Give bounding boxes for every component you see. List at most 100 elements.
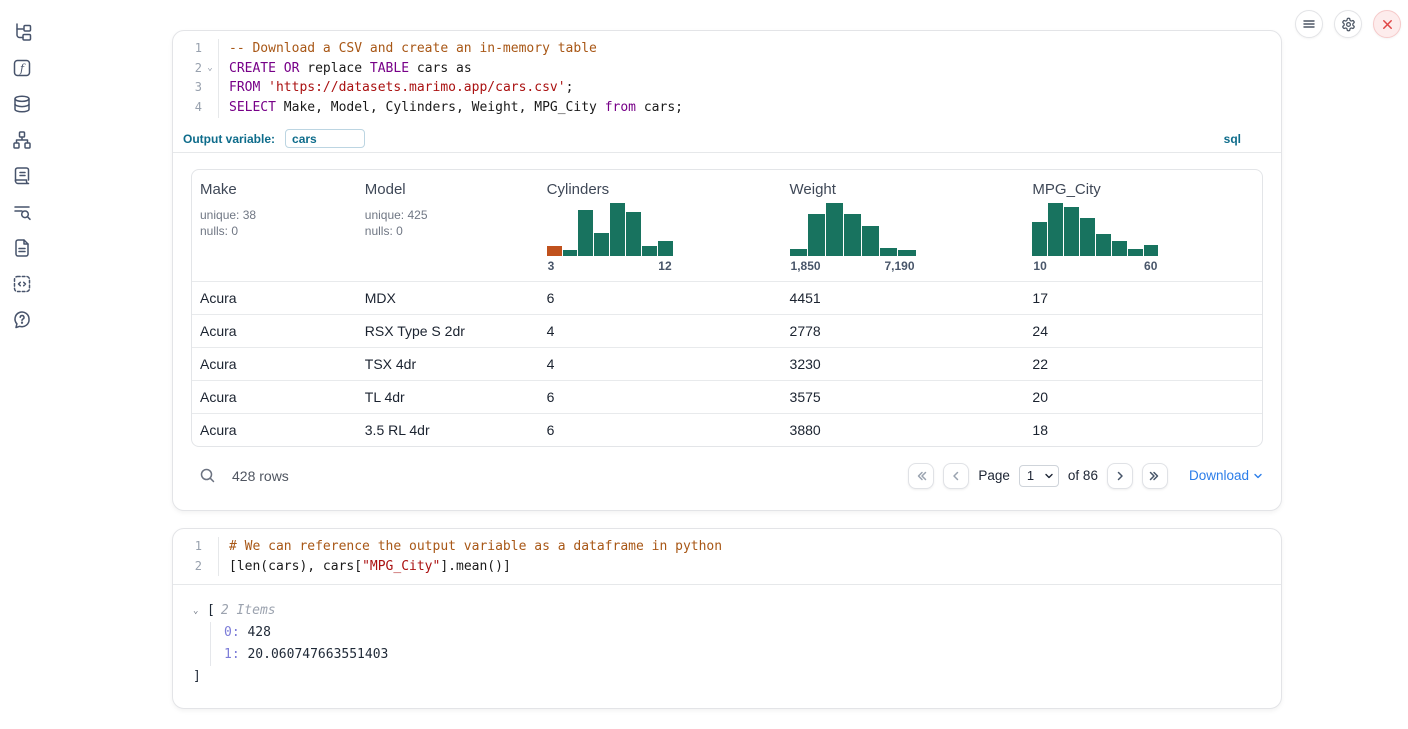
python-cell-output: ⌄[ 2 Items 0: 4281: 20.060747663551403 ]	[173, 585, 1281, 708]
histogram-bar	[862, 226, 879, 256]
line-gutter: 1	[173, 537, 219, 557]
collapse-chevron-icon[interactable]: ⌄	[193, 600, 205, 622]
tree-item-key: 0:	[224, 625, 240, 640]
line-gutter: 4	[173, 98, 219, 118]
snippets-icon[interactable]	[12, 274, 32, 294]
first-page-button[interactable]	[908, 463, 934, 489]
table-row[interactable]: Acura3.5 RL 4dr6388018	[192, 413, 1262, 446]
documentation-icon[interactable]	[12, 238, 32, 258]
output-variable-input[interactable]	[285, 129, 365, 148]
language-badge: sql	[1224, 132, 1241, 146]
code-line[interactable]: 4SELECT Make, Model, Cylinders, Weight, …	[173, 98, 1281, 118]
histogram-axis-labels: 312	[547, 259, 673, 273]
line-number: 2	[176, 557, 202, 577]
table-cell: MDX	[357, 281, 539, 314]
menu-icon	[1302, 17, 1316, 31]
download-label: Download	[1189, 468, 1249, 483]
fold-spacer	[202, 557, 218, 577]
scratchpad-icon[interactable]	[12, 166, 32, 186]
histogram-axis-labels: 1060	[1032, 259, 1158, 273]
histogram-bars	[790, 202, 916, 256]
function-icon[interactable]: f	[12, 58, 32, 78]
histogram-bar	[826, 203, 843, 255]
fold-chevron-icon[interactable]: ⌄	[202, 59, 218, 79]
table-cell: 3575	[782, 380, 1025, 413]
histogram-bars	[547, 202, 673, 256]
column-histogram[interactable]: 1060	[1032, 202, 1158, 273]
column-name: Model	[365, 181, 531, 198]
axis-min-label: 3	[548, 259, 555, 273]
database-icon[interactable]	[12, 94, 32, 114]
download-button[interactable]: Download	[1189, 468, 1263, 483]
column-header-weight[interactable]: Weight1,8507,190	[782, 170, 1025, 281]
code-text: [len(cars), cars["MPG_City"].mean()]	[219, 557, 511, 577]
table-cell: 4451	[782, 281, 1025, 314]
histogram-bar	[1096, 234, 1111, 256]
table-row[interactable]: AcuraMDX6445117	[192, 281, 1262, 314]
sql-code-editor[interactable]: 1-- Download a CSV and create an in-memo…	[173, 31, 1281, 126]
histogram-bar	[808, 214, 825, 256]
table-cell: Acura	[192, 413, 357, 446]
code-line[interactable]: 2⌄CREATE OR replace TABLE cars as	[173, 59, 1281, 79]
code-line[interactable]: 1# We can reference the output variable …	[173, 537, 1281, 557]
histogram-bar	[658, 241, 673, 256]
table-cell: 6	[539, 281, 782, 314]
table-row[interactable]: AcuraTSX 4dr4323022	[192, 347, 1262, 380]
table-cell: 6	[539, 380, 782, 413]
table-cell: TL 4dr	[357, 380, 539, 413]
axis-min-label: 1,850	[791, 259, 821, 273]
shutdown-button[interactable]	[1373, 10, 1401, 38]
column-header-mpg_city[interactable]: MPG_City1060	[1024, 170, 1262, 281]
help-icon[interactable]	[12, 310, 32, 330]
search-icon[interactable]	[199, 467, 216, 484]
tree-item-value: 428	[240, 625, 271, 640]
column-header-model[interactable]: Model unique: 425nulls: 0	[357, 170, 539, 281]
dependency-graph-icon[interactable]	[12, 130, 32, 150]
histogram-bar	[1032, 222, 1047, 255]
python-code-editor[interactable]: 1# We can reference the output variable …	[173, 529, 1281, 584]
settings-button[interactable]	[1334, 10, 1362, 38]
histogram-bar	[790, 249, 807, 255]
table-cell: 4	[539, 347, 782, 380]
histogram-bar	[1112, 241, 1127, 256]
code-line[interactable]: 1-- Download a CSV and create an in-memo…	[173, 39, 1281, 59]
sql-cell: 1-- Download a CSV and create an in-memo…	[172, 30, 1282, 511]
fold-spacer	[202, 78, 218, 98]
table-row[interactable]: AcuraTL 4dr6357520	[192, 380, 1262, 413]
table-row[interactable]: AcuraRSX Type S 2dr4277824	[192, 314, 1262, 347]
code-text: -- Download a CSV and create an in-memor…	[219, 39, 597, 59]
histogram-bar	[578, 210, 593, 256]
fold-spacer	[202, 39, 218, 59]
column-stats: unique: 425nulls: 0	[365, 207, 531, 239]
histogram-bar	[880, 248, 897, 256]
menu-button[interactable]	[1295, 10, 1323, 38]
column-histogram[interactable]: 1,8507,190	[790, 202, 916, 273]
logs-search-icon[interactable]	[12, 202, 32, 222]
column-header-cylinders[interactable]: Cylinders312	[539, 170, 782, 281]
notebook-actions	[1295, 10, 1401, 38]
line-gutter: 2⌄	[173, 59, 219, 79]
line-gutter: 1	[173, 39, 219, 59]
sidebar: f	[0, 0, 44, 729]
column-header-make[interactable]: Makeunique: 38nulls: 0	[192, 170, 357, 281]
data-table: Makeunique: 38nulls: 0 Model unique: 425nu…	[191, 169, 1263, 447]
tree-item-key: 1:	[224, 647, 240, 662]
tree-item[interactable]: 0: 428	[224, 622, 1263, 644]
last-page-button[interactable]	[1142, 463, 1168, 489]
fold-spacer	[202, 537, 218, 557]
previous-page-button[interactable]	[943, 463, 969, 489]
table-cell: 18	[1024, 413, 1262, 446]
page-total-label: of 86	[1068, 468, 1098, 483]
code-line[interactable]: 2 [len(cars), cars["MPG_City"].mean()]	[173, 557, 1281, 577]
tree-item[interactable]: 1: 20.060747663551403	[224, 644, 1263, 666]
code-line[interactable]: 3FROM 'https://datasets.marimo.app/cars.…	[173, 78, 1281, 98]
line-number: 2	[176, 59, 202, 79]
column-histogram[interactable]: 312	[547, 202, 673, 273]
histogram-bars	[1032, 202, 1158, 256]
table-footer: 428 rows Page 1	[191, 456, 1263, 496]
next-page-button[interactable]	[1107, 463, 1133, 489]
line-gutter: 2	[173, 557, 219, 577]
page-select[interactable]: 1	[1019, 465, 1059, 487]
items-count-label: 2 Items	[221, 600, 276, 622]
file-tree-icon[interactable]	[12, 22, 32, 42]
